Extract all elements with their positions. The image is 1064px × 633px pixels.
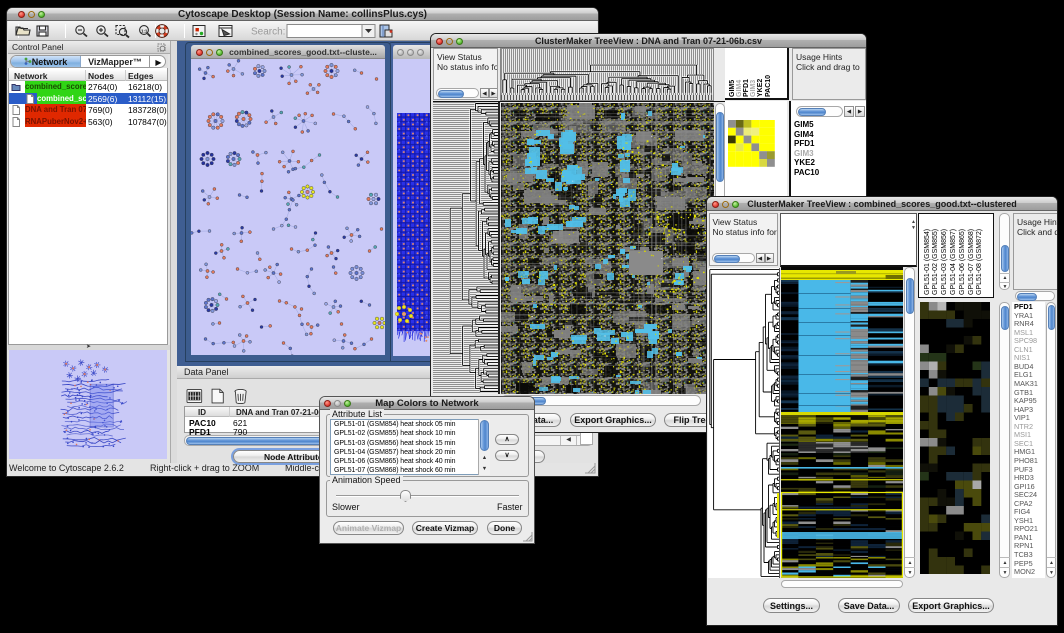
svg-text:1:1: 1:1 — [141, 28, 148, 33]
svg-text:Search:: Search: — [251, 27, 285, 38]
